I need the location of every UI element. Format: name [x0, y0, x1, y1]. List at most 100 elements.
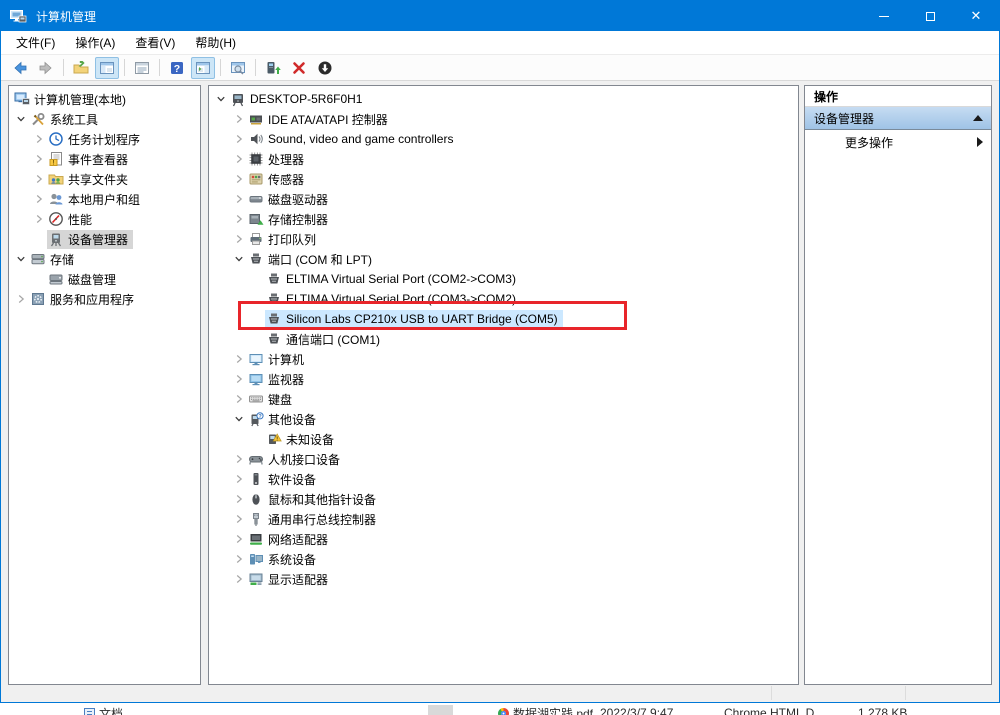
tree-item-body[interactable]: 磁盘管理: [47, 270, 121, 289]
tree-item-body[interactable]: !未知设备: [265, 430, 339, 449]
tree-item-body[interactable]: 网络适配器: [247, 530, 333, 549]
device-tree-item[interactable]: ELTIMA Virtual Serial Port (COM2->COM3): [209, 269, 798, 289]
collapse-arrow-icon[interactable]: [973, 115, 983, 121]
console-window-icon[interactable]: [226, 57, 250, 79]
tree-item-body[interactable]: 存储: [29, 250, 79, 269]
chevron-right-icon[interactable]: [31, 134, 47, 144]
chevron-right-icon[interactable]: [231, 194, 247, 204]
tree-item-body[interactable]: !事件查看器: [47, 150, 133, 169]
device-tree-item[interactable]: 处理器: [209, 149, 798, 169]
menu-item[interactable]: 查看(V): [125, 31, 185, 54]
chevron-right-icon[interactable]: [231, 494, 247, 504]
title-bar[interactable]: 计算机管理 ✕: [1, 1, 999, 31]
chevron-right-icon[interactable]: [231, 394, 247, 404]
chevron-right-icon[interactable]: [31, 174, 47, 184]
tree-item-body[interactable]: 计算机管理(本地): [13, 90, 131, 109]
chevron-right-icon[interactable]: [231, 454, 247, 464]
close-button[interactable]: ✕: [953, 1, 999, 31]
chevron-right-icon[interactable]: [231, 134, 247, 144]
device-tree-item[interactable]: 存储控制器: [209, 209, 798, 229]
tree-item-body[interactable]: 共享文件夹: [47, 170, 133, 189]
minimize-button[interactable]: [861, 1, 907, 31]
device-tree-item[interactable]: 通用串行总线控制器: [209, 509, 798, 529]
menu-item[interactable]: 帮助(H): [185, 31, 246, 54]
disable-device-icon[interactable]: [313, 57, 337, 79]
console-tree-item[interactable]: 性能: [9, 209, 200, 229]
chevron-right-icon[interactable]: [31, 214, 47, 224]
tree-item-body[interactable]: 磁盘驱动器: [247, 190, 333, 209]
menu-item[interactable]: 操作(A): [65, 31, 125, 54]
device-tree-item[interactable]: 打印队列: [209, 229, 798, 249]
scan-hardware-icon[interactable]: [261, 57, 285, 79]
device-tree-item[interactable]: 端口 (COM 和 LPT): [209, 249, 798, 269]
tree-item-body[interactable]: ELTIMA Virtual Serial Port (COM2->COM3): [265, 270, 521, 289]
maximize-button[interactable]: [907, 1, 953, 31]
chevron-right-icon[interactable]: [231, 474, 247, 484]
tree-item-body[interactable]: 本地用户和组: [47, 190, 145, 209]
device-tree-item[interactable]: Sound, video and game controllers: [209, 129, 798, 149]
console-tree-item[interactable]: !事件查看器: [9, 149, 200, 169]
console-tree-item[interactable]: 共享文件夹: [9, 169, 200, 189]
menu-item[interactable]: 文件(F): [6, 31, 65, 54]
tree-item-body[interactable]: 打印队列: [247, 230, 321, 249]
tree-item-body[interactable]: IDE ATA/ATAPI 控制器: [247, 110, 393, 129]
device-tree-item[interactable]: 显示适配器: [209, 569, 798, 589]
chevron-right-icon[interactable]: [231, 214, 247, 224]
uninstall-icon[interactable]: [287, 57, 311, 79]
forward-icon[interactable]: [34, 57, 58, 79]
device-tree-item[interactable]: 通信端口 (COM1): [209, 329, 798, 349]
chevron-right-icon[interactable]: [231, 374, 247, 384]
tree-item-body[interactable]: 软件设备: [247, 470, 321, 489]
tree-item-body[interactable]: 存储控制器: [247, 210, 333, 229]
chevron-right-icon[interactable]: [231, 554, 247, 564]
chevron-down-icon[interactable]: [13, 114, 29, 124]
tree-item-body[interactable]: 处理器: [247, 150, 309, 169]
device-tree-item[interactable]: 系统设备: [209, 549, 798, 569]
tree-item-body[interactable]: 监视器: [247, 370, 309, 389]
console-tree-item[interactable]: 磁盘管理: [9, 269, 200, 289]
tree-item-body[interactable]: 系统工具: [29, 110, 103, 129]
chevron-right-icon[interactable]: [231, 354, 247, 364]
tree-item-body[interactable]: 人机接口设备: [247, 450, 345, 469]
tree-item-body[interactable]: 通信端口 (COM1): [265, 330, 385, 349]
chevron-down-icon[interactable]: [213, 94, 229, 104]
chevron-right-icon[interactable]: [31, 154, 47, 164]
tree-item-body[interactable]: DESKTOP-5R6F0H1: [229, 90, 367, 109]
device-tree-item[interactable]: 软件设备: [209, 469, 798, 489]
tree-item-body[interactable]: 服务和应用程序: [29, 290, 139, 309]
console-tree-item[interactable]: 任务计划程序: [9, 129, 200, 149]
tree-item-body[interactable]: Sound, video and game controllers: [247, 130, 458, 149]
console-tree-item[interactable]: 服务和应用程序: [9, 289, 200, 309]
chevron-right-icon[interactable]: [231, 574, 247, 584]
actions-section-device-manager[interactable]: 设备管理器: [805, 107, 991, 130]
console-tree-item[interactable]: 系统工具: [9, 109, 200, 129]
device-tree-item[interactable]: DESKTOP-5R6F0H1: [209, 89, 798, 109]
console-tree-item[interactable]: 计算机管理(本地): [9, 89, 200, 109]
console-tree-item[interactable]: 设备管理器: [9, 229, 200, 249]
chevron-right-icon[interactable]: [13, 294, 29, 304]
tree-item-body[interactable]: 任务计划程序: [47, 130, 145, 149]
selected-tree-item[interactable]: 设备管理器: [47, 230, 133, 249]
device-tree-item[interactable]: ?其他设备: [209, 409, 798, 429]
chevron-right-icon[interactable]: [231, 114, 247, 124]
more-actions-item[interactable]: 更多操作: [805, 130, 991, 154]
chevron-down-icon[interactable]: [231, 254, 247, 264]
back-icon[interactable]: [8, 57, 32, 79]
action-pane-toggle-icon[interactable]: [191, 57, 215, 79]
device-tree-item[interactable]: IDE ATA/ATAPI 控制器: [209, 109, 798, 129]
console-tree-toggle-icon[interactable]: [95, 57, 119, 79]
tree-item-body[interactable]: 鼠标和其他指针设备: [247, 490, 381, 509]
chevron-right-icon[interactable]: [231, 514, 247, 524]
console-tree-item[interactable]: 本地用户和组: [9, 189, 200, 209]
background-folder-item[interactable]: 文档: [84, 705, 123, 715]
chevron-right-icon[interactable]: [231, 174, 247, 184]
console-tree-item[interactable]: 存储: [9, 249, 200, 269]
background-file-item[interactable]: 数据湖实践.pdf: [498, 705, 593, 715]
chevron-down-icon[interactable]: [231, 414, 247, 424]
tree-item-body[interactable]: 计算机: [247, 350, 309, 369]
chevron-right-icon[interactable]: [231, 154, 247, 164]
device-tree-item[interactable]: !未知设备: [209, 429, 798, 449]
device-tree-item[interactable]: 磁盘驱动器: [209, 189, 798, 209]
properties-icon[interactable]: [130, 57, 154, 79]
device-tree-item[interactable]: 鼠标和其他指针设备: [209, 489, 798, 509]
